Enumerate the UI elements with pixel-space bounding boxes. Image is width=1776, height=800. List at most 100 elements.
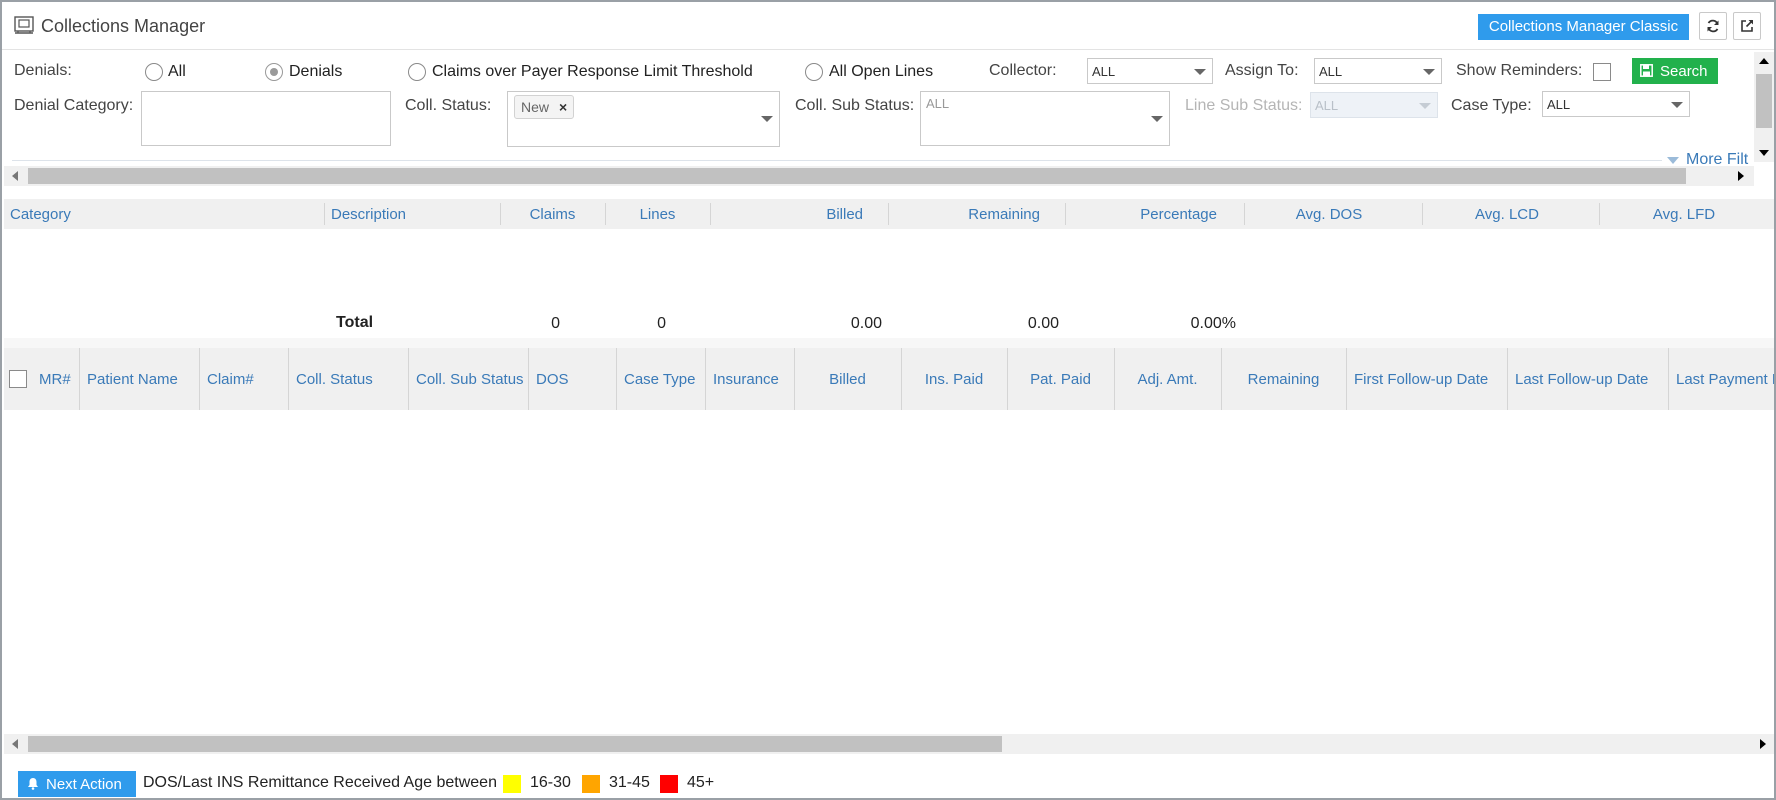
col-lines[interactable]: Lines <box>605 199 710 229</box>
col-pat-paid[interactable]: Pat. Paid <box>1007 348 1114 410</box>
col-divider <box>1346 348 1347 410</box>
radio-all-open-lines[interactable] <box>805 63 823 81</box>
search-button-label: Search <box>1660 63 1708 80</box>
coll-status-multiselect[interactable]: New× <box>507 91 780 147</box>
total-remaining: 0.00 <box>979 315 1059 333</box>
radio-all-open-lines-label: All Open Lines <box>829 63 933 81</box>
col-dos[interactable]: DOS <box>536 348 569 410</box>
col-coll-sub-status[interactable]: Coll. Sub Status <box>416 348 524 410</box>
show-reminders-checkbox[interactable] <box>1593 63 1611 81</box>
collections-manager-classic-button[interactable]: Collections Manager Classic <box>1478 14 1689 40</box>
col-last-follow-up-date[interactable]: Last Follow-up Date <box>1515 348 1648 410</box>
scroll-left-icon[interactable] <box>12 171 18 181</box>
col-avg-lcd[interactable]: Avg. LCD <box>1422 199 1592 229</box>
denial-category-label: Denial Category: <box>14 97 133 115</box>
scroll-up-icon[interactable] <box>1759 58 1769 64</box>
scroll-left-icon[interactable] <box>12 739 18 749</box>
col-divider <box>616 348 617 410</box>
col-case-type[interactable]: Case Type <box>624 348 695 410</box>
assign-to-label: Assign To: <box>1225 62 1299 80</box>
col-divider <box>79 348 80 410</box>
radio-payer-threshold-label: Claims over Payer Response Limit Thresho… <box>432 63 753 81</box>
col-adj-amt[interactable]: Adj. Amt. <box>1114 348 1221 410</box>
radio-denials[interactable] <box>265 63 283 81</box>
chevron-down-icon <box>1151 116 1163 122</box>
case-type-select[interactable]: ALL <box>1542 91 1690 117</box>
total-claims: 0 <box>536 315 560 333</box>
col-coll-status[interactable]: Coll. Status <box>296 348 373 410</box>
select-all-checkbox[interactable] <box>9 370 27 388</box>
detail-grid-header: MR# Patient Name Claim# Coll. Status Col… <box>4 348 1774 410</box>
chevron-down-icon <box>1671 102 1683 108</box>
col-description[interactable]: Description <box>331 199 406 229</box>
collector-select[interactable]: ALL <box>1087 58 1213 84</box>
next-action-button[interactable]: Next Action <box>18 771 136 797</box>
col-divider <box>199 348 200 410</box>
scroll-right-icon[interactable] <box>1760 739 1766 749</box>
col-divider <box>324 203 325 225</box>
legend-label-31-45: 31-45 <box>609 774 650 792</box>
assign-to-select[interactable]: ALL <box>1314 58 1442 84</box>
show-reminders-label: Show Reminders: <box>1456 62 1582 80</box>
collector-value: ALL <box>1092 64 1115 79</box>
col-divider <box>288 348 289 410</box>
col-remaining[interactable]: Remaining <box>1221 348 1346 410</box>
total-lines: 0 <box>642 315 666 333</box>
col-remaining[interactable]: Remaining <box>888 199 1040 229</box>
col-last-payment[interactable]: Last Payment R <box>1676 348 1774 410</box>
scroll-thumb[interactable] <box>1756 74 1772 128</box>
col-billed[interactable]: Billed <box>794 348 901 410</box>
col-category[interactable]: Category <box>10 199 71 229</box>
col-divider <box>1507 348 1508 410</box>
denials-label: Denials: <box>14 62 72 80</box>
scroll-right-icon[interactable] <box>1738 171 1744 181</box>
radio-payer-threshold[interactable] <box>408 63 426 81</box>
line-sub-status-label: Line Sub Status: <box>1185 97 1302 115</box>
filter-vertical-scrollbar[interactable] <box>1754 52 1774 162</box>
total-label: Total <box>336 314 373 332</box>
radio-all[interactable] <box>145 63 163 81</box>
coll-status-label: Coll. Status: <box>405 97 491 115</box>
save-icon <box>1640 64 1653 77</box>
filter-horizontal-scrollbar[interactable] <box>4 166 1754 186</box>
title-bar: Collections Manager Collections Manager … <box>2 2 1774 50</box>
col-insurance[interactable]: Insurance <box>713 348 779 410</box>
col-patient-name[interactable]: Patient Name <box>87 348 178 410</box>
chevron-down-icon <box>1419 103 1431 109</box>
collector-label: Collector: <box>989 62 1057 80</box>
bell-icon <box>27 777 39 790</box>
refresh-button[interactable] <box>1699 12 1727 40</box>
col-percentage[interactable]: Percentage <box>1065 199 1217 229</box>
radio-denials-label: Denials <box>289 63 342 81</box>
col-claims[interactable]: Claims <box>500 199 605 229</box>
scroll-down-icon[interactable] <box>1759 150 1769 156</box>
scroll-thumb[interactable] <box>28 168 1686 184</box>
coll-sub-status-placeholder: ALL <box>926 96 949 111</box>
line-sub-status-select[interactable]: ALL <box>1310 92 1438 118</box>
coll-status-tag: New× <box>514 95 574 119</box>
total-billed: 0.00 <box>802 315 882 333</box>
col-avg-lfd[interactable]: Avg. LFD <box>1599 199 1769 229</box>
col-first-follow-up-date[interactable]: First Follow-up Date <box>1354 348 1488 410</box>
coll-sub-status-multiselect[interactable]: ALL <box>920 91 1170 146</box>
col-claim[interactable]: Claim# <box>207 348 254 410</box>
refresh-icon <box>1706 19 1720 33</box>
chevron-down-icon <box>761 116 773 122</box>
scroll-thumb[interactable] <box>28 736 1002 752</box>
col-billed[interactable]: Billed <box>710 199 863 229</box>
radio-all-label: All <box>168 63 186 81</box>
col-ins-paid[interactable]: Ins. Paid <box>901 348 1007 410</box>
legend-label-16-30: 16-30 <box>530 774 571 792</box>
search-button[interactable]: Search <box>1632 58 1718 84</box>
col-divider <box>528 348 529 410</box>
grid-horizontal-scrollbar[interactable] <box>4 734 1774 754</box>
tag-remove-icon[interactable]: × <box>559 99 567 115</box>
col-divider <box>705 348 706 410</box>
collections-manager-icon <box>14 16 34 34</box>
col-mr[interactable]: MR# <box>39 348 71 410</box>
filter-divider <box>12 160 1662 161</box>
denial-category-input[interactable] <box>141 91 391 146</box>
col-avg-dos[interactable]: Avg. DOS <box>1244 199 1414 229</box>
popout-button[interactable] <box>1733 12 1761 40</box>
collections-manager-window: Collections Manager Collections Manager … <box>0 0 1776 800</box>
